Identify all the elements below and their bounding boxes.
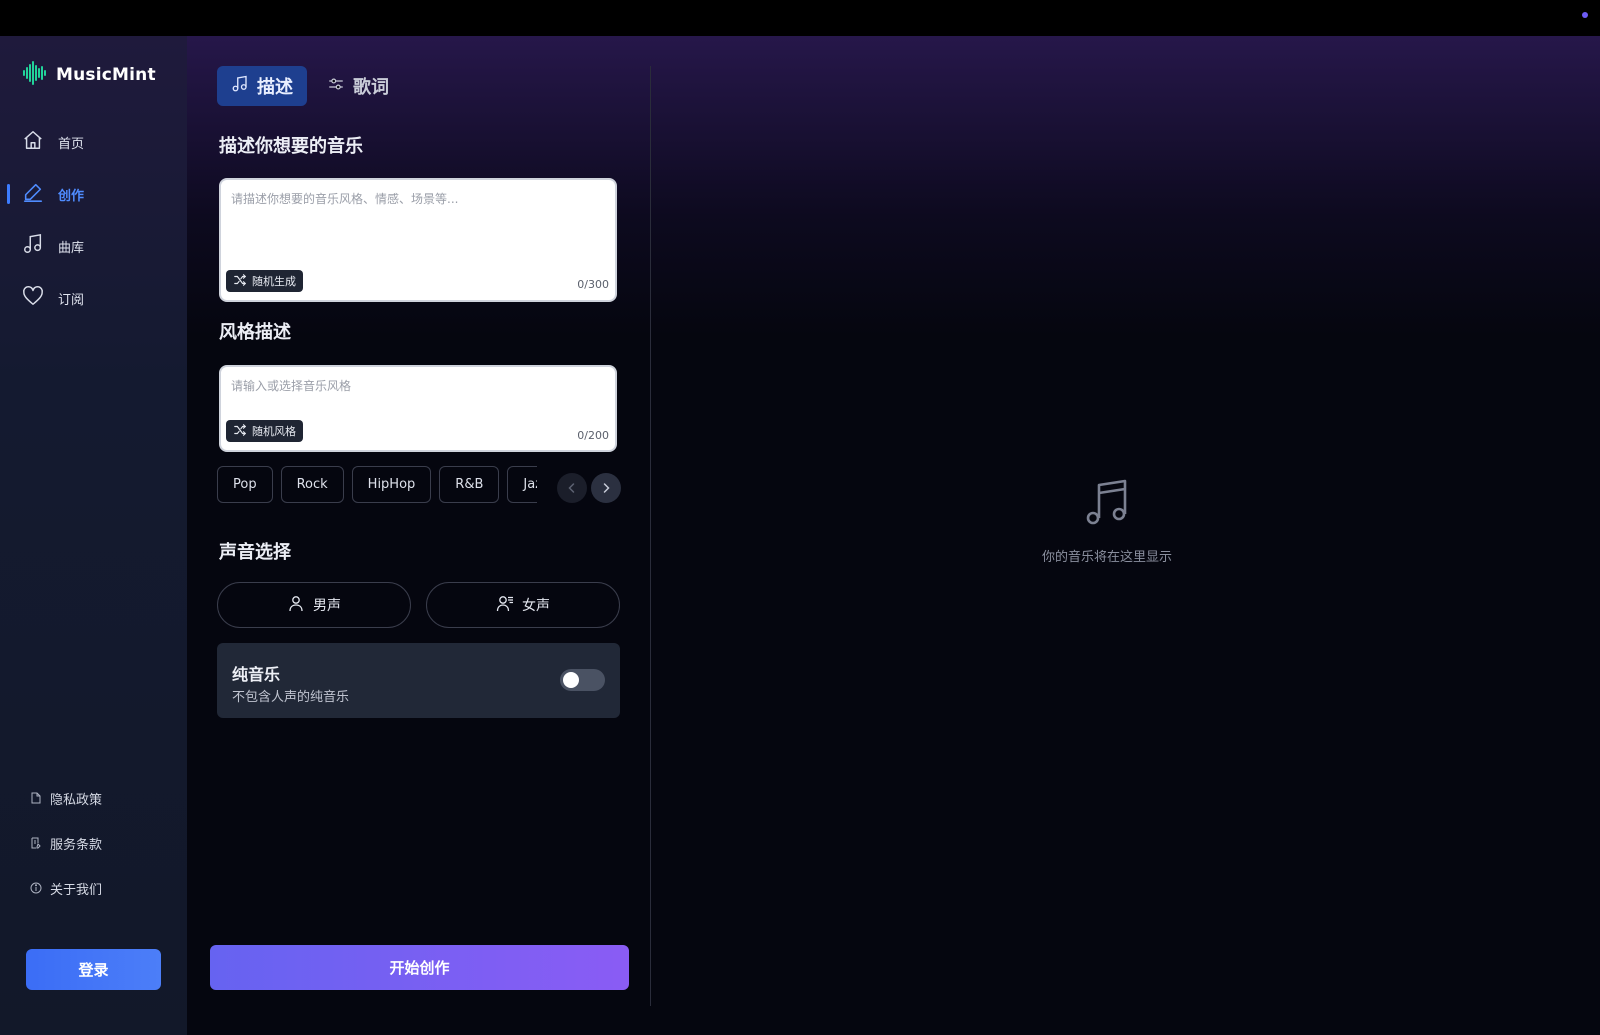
random-generate-button[interactable]: 随机生成	[226, 270, 303, 292]
main-area: 描述 歌词 描述你想要的音乐 随机生成 0/300 风格描述 随机风格 0/20…	[187, 36, 1600, 1035]
style-section-title: 风格描述	[219, 322, 291, 343]
shuffle-icon	[233, 423, 247, 440]
sidebar-item-label: 曲库	[58, 240, 85, 256]
describe-input[interactable]	[231, 190, 605, 250]
shuffle-icon	[233, 273, 247, 290]
sidebar-item-label: 创作	[58, 188, 85, 204]
style-input[interactable]	[231, 377, 605, 421]
preview-empty-state: 你的音乐将在这里显示	[1017, 476, 1197, 565]
random-style-label: 随机风格	[252, 425, 296, 438]
sidebar-nav: 首页 创作 曲库 订阅	[0, 116, 187, 324]
terms-link[interactable]: 服务条款	[0, 821, 187, 866]
privacy-policy-link[interactable]: 隐私政策	[0, 776, 187, 821]
start-create-button[interactable]: 开始创作	[210, 945, 629, 990]
sidebar: MusicMint 首页 创作 曲库 订阅 隐私政策 服务条款 关于我们 登录	[0, 36, 187, 1035]
style-chip-rock[interactable]: Rock	[280, 466, 344, 503]
style-chip-hiphop[interactable]: HipHop	[351, 466, 432, 503]
person-icon	[287, 594, 305, 616]
document-icon	[30, 789, 42, 808]
music-note-icon	[1081, 479, 1133, 532]
sidebar-links: 隐私政策 服务条款 关于我们	[0, 776, 187, 911]
instrumental-card: 纯音乐 不包含人声的纯音乐	[217, 643, 620, 718]
pencil-icon	[22, 181, 44, 207]
music-note-icon	[22, 233, 44, 259]
sidebar-item-label: 订阅	[58, 292, 85, 308]
terms-label: 服务条款	[50, 838, 103, 853]
brand[interactable]: MusicMint	[22, 60, 156, 90]
random-style-button[interactable]: 随机风格	[226, 420, 303, 442]
toggle-knob	[563, 672, 579, 688]
chips-prev-button[interactable]	[557, 473, 587, 503]
tab-label: 描述	[257, 77, 293, 98]
about-link[interactable]: 关于我们	[0, 866, 187, 911]
panel-divider	[650, 66, 651, 1006]
status-dot	[1582, 12, 1588, 18]
privacy-policy-label: 隐私政策	[50, 793, 103, 808]
mode-tabs: 描述 歌词	[217, 66, 403, 106]
female-voice-button[interactable]: 女声	[426, 582, 620, 628]
about-label: 关于我们	[50, 883, 103, 898]
document-edit-icon	[30, 834, 42, 853]
home-icon	[22, 129, 44, 155]
chips-next-button[interactable]	[591, 473, 621, 503]
sidebar-item-library[interactable]: 曲库	[0, 220, 187, 272]
style-box: 随机风格 0/200	[219, 365, 617, 452]
voice-section-title: 声音选择	[219, 542, 291, 563]
tab-describe[interactable]: 描述	[217, 66, 307, 106]
style-char-counter: 0/200	[577, 429, 609, 442]
male-voice-label: 男声	[313, 598, 341, 614]
describe-box: 随机生成 0/300	[219, 178, 617, 302]
sliders-icon	[327, 75, 345, 98]
describe-section-title: 描述你想要的音乐	[219, 136, 363, 157]
info-icon	[30, 879, 42, 898]
tab-label: 歌词	[353, 77, 389, 98]
style-chip-pop[interactable]: Pop	[217, 466, 273, 503]
chevron-right-icon	[600, 479, 612, 498]
preview-empty-text: 你的音乐将在这里显示	[1041, 550, 1172, 565]
window-top-bar	[0, 0, 1600, 36]
sidebar-item-subscribe[interactable]: 订阅	[0, 272, 187, 324]
sidebar-item-home[interactable]: 首页	[0, 116, 187, 168]
music-note-icon	[231, 75, 249, 98]
male-voice-button[interactable]: 男声	[217, 582, 411, 628]
person-list-icon	[496, 594, 514, 616]
describe-char-counter: 0/300	[577, 278, 609, 291]
style-chip-jazz[interactable]: Jazz	[507, 466, 537, 503]
brand-name: MusicMint	[56, 65, 156, 85]
waveform-logo-icon	[22, 60, 48, 90]
heart-icon	[22, 285, 44, 311]
sidebar-item-label: 首页	[58, 136, 85, 152]
login-button[interactable]: 登录	[26, 949, 161, 990]
female-voice-label: 女声	[522, 598, 550, 614]
instrumental-title: 纯音乐	[232, 665, 281, 684]
instrumental-toggle[interactable]	[560, 669, 605, 691]
style-chip-rnb[interactable]: R&B	[439, 466, 500, 503]
chevron-left-icon	[566, 479, 578, 498]
instrumental-subtitle: 不包含人声的纯音乐	[232, 690, 350, 705]
random-generate-label: 随机生成	[252, 275, 296, 288]
style-chips: Pop Rock HipHop R&B Jazz	[217, 466, 537, 504]
tab-lyrics[interactable]: 歌词	[313, 66, 403, 106]
sidebar-item-create[interactable]: 创作	[0, 168, 187, 220]
